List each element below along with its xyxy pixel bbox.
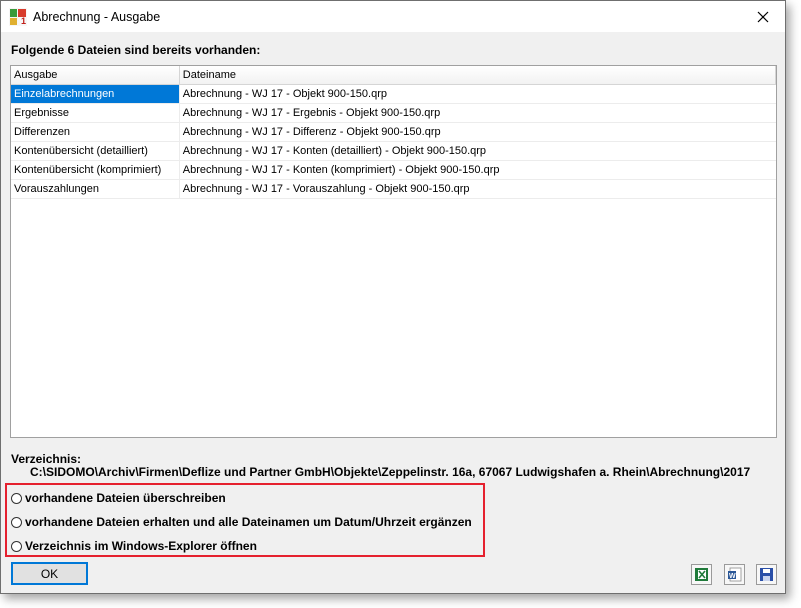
files-list[interactable]: Ausgabe Dateiname Einzelabrechnungen Abr… bbox=[10, 65, 777, 438]
option-overwrite[interactable]: vorhandene Dateien überschreiben bbox=[11, 490, 226, 506]
cell-ausgabe: Differenzen bbox=[11, 123, 180, 141]
cell-dateiname: Abrechnung - WJ 17 - Konten (komprimiert… bbox=[182, 164, 500, 176]
table-row[interactable]: Kontenübersicht (detailliert) Abrechnung… bbox=[11, 142, 776, 161]
directory-path: C:\SIDOMO\Archiv\Firmen\Deflize und Part… bbox=[30, 465, 751, 479]
option-label: vorhandene Dateien erhalten und alle Dat… bbox=[25, 515, 472, 529]
cell-dateiname: Abrechnung - WJ 17 - Objekt 900-150.qrp bbox=[182, 88, 388, 100]
options-highlight-box: vorhandene Dateien überschreiben vorhand… bbox=[5, 483, 485, 557]
option-open-explorer[interactable]: Verzeichnis im Windows-Explorer öffnen bbox=[11, 538, 257, 554]
dialog-window: 1 Abrechnung - Ausgabe Folgende 6 Dateie… bbox=[0, 0, 786, 594]
ok-button[interactable]: OK bbox=[11, 562, 88, 585]
cell-dateiname: Abrechnung - WJ 17 - Ergebnis - Objekt 9… bbox=[182, 107, 441, 119]
app-icon: 1 bbox=[9, 8, 27, 26]
list-header: Ausgabe Dateiname bbox=[11, 66, 776, 85]
excel-export-icon bbox=[695, 568, 708, 581]
close-button[interactable] bbox=[741, 1, 785, 32]
table-row[interactable]: Einzelabrechnungen Abrechnung - WJ 17 - … bbox=[11, 85, 776, 104]
save-button[interactable] bbox=[756, 564, 777, 585]
table-row[interactable]: Vorauszahlungen Abrechnung - WJ 17 - Vor… bbox=[11, 180, 776, 199]
save-icon bbox=[760, 568, 773, 581]
directory-label: Verzeichnis: bbox=[11, 452, 82, 466]
option-keep-rename[interactable]: vorhandene Dateien erhalten und alle Dat… bbox=[11, 514, 472, 530]
svg-text:W: W bbox=[729, 573, 736, 580]
table-row[interactable]: Differenzen Abrechnung - WJ 17 - Differe… bbox=[11, 123, 776, 142]
cell-ausgabe: Einzelabrechnungen bbox=[11, 85, 180, 103]
column-header-dateiname[interactable]: Dateiname bbox=[180, 66, 776, 84]
table-row[interactable]: Kontenübersicht (komprimiert) Abrechnung… bbox=[11, 161, 776, 180]
cell-ausgabe: Kontenübersicht (detailliert) bbox=[11, 142, 180, 160]
option-label: vorhandene Dateien überschreiben bbox=[25, 491, 226, 505]
column-header-ausgabe[interactable]: Ausgabe bbox=[11, 66, 180, 84]
cell-ausgabe: Vorauszahlungen bbox=[11, 180, 180, 198]
cell-dateiname: Abrechnung - WJ 17 - Vorauszahlung - Obj… bbox=[182, 183, 470, 195]
cell-ausgabe: Kontenübersicht (komprimiert) bbox=[11, 161, 180, 179]
cell-dateiname: Abrechnung - WJ 17 - Differenz - Objekt … bbox=[182, 126, 441, 138]
option-label: Verzeichnis im Windows-Explorer öffnen bbox=[25, 539, 257, 553]
radio-button[interactable] bbox=[11, 540, 22, 552]
cell-ausgabe: Ergebnisse bbox=[11, 104, 180, 122]
excel-export-button[interactable] bbox=[691, 564, 712, 585]
radio-button[interactable] bbox=[11, 516, 22, 528]
cell-dateiname: Abrechnung - WJ 17 - Konten (detailliert… bbox=[182, 145, 487, 157]
table-row[interactable]: Ergebnisse Abrechnung - WJ 17 - Ergebnis… bbox=[11, 104, 776, 123]
radio-button[interactable] bbox=[11, 492, 22, 504]
files-heading: Folgende 6 Dateien sind bereits vorhande… bbox=[11, 43, 261, 57]
window-title: Abrechnung - Ausgabe bbox=[33, 10, 161, 24]
word-export-icon: W bbox=[728, 567, 742, 582]
svg-text:1: 1 bbox=[21, 16, 26, 26]
word-export-button[interactable]: W bbox=[724, 564, 745, 585]
close-icon bbox=[757, 11, 769, 22]
title-bar: 1 Abrechnung - Ausgabe bbox=[1, 1, 785, 32]
